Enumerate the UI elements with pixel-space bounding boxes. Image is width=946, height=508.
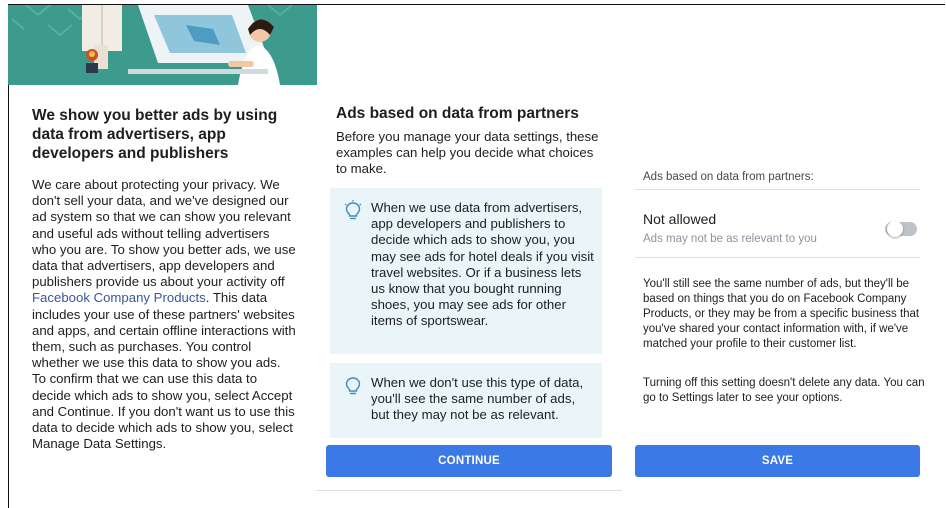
setting-note: Turning off this setting doesn't delete …: [643, 377, 925, 404]
lightbulb-icon: [345, 377, 361, 395]
example-card-with-data: When we use data from advertisers, app d…: [330, 188, 602, 354]
divider: [316, 490, 622, 491]
divider: [635, 257, 920, 258]
facebook-company-products-link[interactable]: Facebook Company Products: [32, 290, 206, 305]
partner-data-toggle[interactable]: [885, 221, 917, 237]
lightbulb-icon: [344, 200, 362, 220]
example-card-text: When we don't use this type of data, you…: [371, 375, 584, 423]
setting-section-label: Ads based on data from partners:: [643, 171, 814, 183]
section-intro: Before you manage your data settings, th…: [336, 129, 599, 177]
save-button[interactable]: SAVE: [635, 445, 920, 477]
setting-subtitle: Ads may not be as relevant to you: [643, 233, 817, 245]
setting-status: Not allowed: [643, 211, 717, 227]
page-title: We show you better ads by using data fro…: [32, 107, 278, 162]
divider: [635, 189, 920, 190]
example-card-without-data: When we don't use this type of data, you…: [330, 363, 602, 438]
continue-button[interactable]: CONTINUE: [326, 445, 612, 477]
example-card-text: When we use data from advertisers, app d…: [371, 200, 594, 329]
middle-column: Ads based on data from partners Before y…: [336, 104, 601, 178]
illustration-graphic: [8, 5, 317, 85]
privacy-text-before-link: We care about protecting your privacy. W…: [32, 177, 296, 290]
privacy-text-after-link: . This data includes your use of these p…: [32, 290, 296, 452]
left-column: We show you better ads by using data fro…: [32, 106, 297, 452]
header-illustration: [8, 5, 317, 85]
toggle-knob: [887, 221, 903, 237]
privacy-explanation: We care about protecting your privacy. W…: [32, 177, 297, 452]
section-title: Ads based on data from partners: [336, 105, 579, 122]
setting-explanation: You'll still see the same number of ads,…: [643, 278, 920, 350]
